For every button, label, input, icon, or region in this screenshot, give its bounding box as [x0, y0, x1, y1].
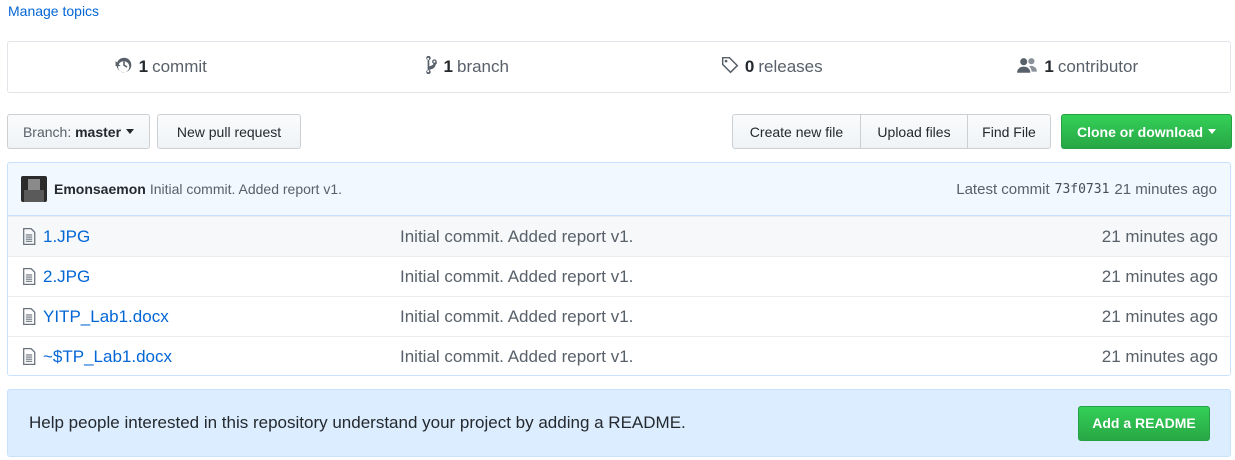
readme-prompt: Help people interested in this repositor…: [7, 389, 1231, 457]
caret-down-icon: [126, 129, 135, 134]
create-new-file-button[interactable]: Create new file: [732, 114, 861, 149]
git-branch-icon: [424, 55, 440, 79]
file-commit-message[interactable]: Initial commit. Added report v1.: [400, 307, 1070, 327]
add-readme-button[interactable]: Add a README: [1078, 405, 1210, 441]
latest-commit-info: Latest commit 73f0731 21 minutes ago: [956, 181, 1217, 198]
branch-prefix: Branch:: [22, 123, 72, 140]
table-row: 1.JPG Initial commit. Added report v1. 2…: [8, 216, 1230, 256]
contributors-count-value: 1: [1044, 57, 1054, 76]
file-commit-message[interactable]: Initial commit. Added report v1.: [400, 267, 1070, 287]
file-name-link[interactable]: 2.JPG: [43, 267, 400, 287]
clone-or-download-label: Clone or download: [1077, 123, 1203, 140]
releases-count-label: releases: [758, 57, 823, 76]
commit-message[interactable]: Initial commit. Added report v1.: [150, 181, 342, 197]
file-icon: [8, 348, 43, 365]
commits-count[interactable]: 1 commit: [8, 56, 314, 79]
branches-count-value: 1: [443, 57, 453, 76]
file-commit-message[interactable]: Initial commit. Added report v1.: [400, 347, 1070, 367]
tag-icon: [721, 56, 741, 79]
manage-topics-link[interactable]: Manage topics: [8, 3, 99, 19]
branches-count[interactable]: 1 branch: [314, 55, 620, 79]
file-age: 21 minutes ago: [1101, 346, 1218, 366]
branch-name: master: [75, 123, 122, 140]
commit-author[interactable]: Emonsaemon: [54, 181, 146, 197]
commits-count-label: commit: [152, 57, 207, 76]
commits-count-value: 1: [138, 57, 149, 76]
table-row: 2.JPG Initial commit. Added report v1. 2…: [8, 256, 1230, 296]
file-icon: [8, 268, 43, 285]
readme-prompt-text: Help people interested in this repositor…: [29, 413, 686, 432]
contributors-count[interactable]: 1 contributor: [925, 56, 1231, 79]
file-age: 21 minutes ago: [1101, 266, 1218, 286]
repo-numbers-summary: 1 commit 1 branch 0 releases 1 contribut…: [7, 41, 1231, 93]
branch-select-button[interactable]: Branch: master: [7, 114, 150, 149]
new-pull-request-button[interactable]: New pull request: [157, 114, 301, 149]
file-icon: [8, 308, 43, 325]
table-row: ~$TP_Lab1.docx Initial commit. Added rep…: [8, 336, 1230, 375]
file-name-link[interactable]: 1.JPG: [43, 227, 400, 247]
file-name-link[interactable]: YITP_Lab1.docx: [43, 307, 400, 327]
latest-commit-bar: Emonsaemon Initial commit. Added report …: [8, 163, 1230, 216]
clone-or-download-button[interactable]: Clone or download: [1061, 114, 1232, 149]
commit-sha-link[interactable]: 73f0731: [1055, 182, 1110, 197]
file-navigation-table: Emonsaemon Initial commit. Added report …: [7, 162, 1231, 376]
file-age: 21 minutes ago: [1101, 226, 1218, 246]
table-row: YITP_Lab1.docx Initial commit. Added rep…: [8, 296, 1230, 336]
history-icon: [115, 56, 135, 79]
caret-down-icon: [1208, 129, 1216, 134]
file-age: 21 minutes ago: [1101, 306, 1218, 326]
latest-commit-label: Latest commit: [956, 180, 1050, 198]
file-icon: [8, 228, 43, 245]
people-icon: [1016, 56, 1040, 79]
latest-commit-age: 21 minutes ago: [1114, 180, 1217, 198]
branches-count-label: branch: [456, 57, 509, 76]
avatar[interactable]: [21, 176, 47, 202]
file-name-link[interactable]: ~$TP_Lab1.docx: [43, 347, 400, 367]
releases-count-value: 0: [744, 57, 755, 76]
releases-count[interactable]: 0 releases: [619, 56, 925, 79]
contributors-count-label: contributor: [1057, 57, 1139, 76]
find-file-button[interactable]: Find File: [968, 114, 1051, 149]
file-commit-message[interactable]: Initial commit. Added report v1.: [400, 227, 1070, 247]
upload-files-button[interactable]: Upload files: [861, 114, 968, 149]
